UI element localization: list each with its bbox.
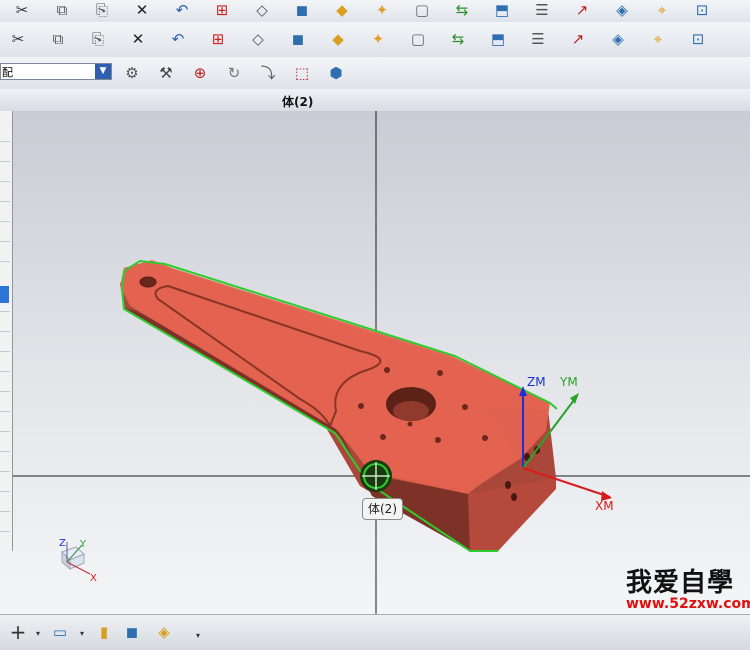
bottom-toolbar: + ▾ ▭ ▾ ▮ ◼ ◈ ▾ xyxy=(0,614,750,650)
snap-filter-icon[interactable]: ⇆ xyxy=(448,29,468,49)
render-box-icon[interactable]: ⬢ xyxy=(326,63,346,83)
move-icon[interactable]: ⇆ xyxy=(452,0,472,20)
selection-tooltip: 体(2) xyxy=(362,498,403,520)
layer-icon[interactable]: ⬒ xyxy=(488,29,508,49)
selection-target-icon[interactable] xyxy=(360,460,392,492)
render-icon[interactable]: ✦ xyxy=(372,0,392,20)
snap-view-icon[interactable]: ⊞ xyxy=(212,0,232,20)
undo-icon[interactable]: ↶ xyxy=(172,0,192,20)
edit-icon[interactable]: ◇ xyxy=(248,29,268,49)
zoom-icon[interactable]: ⊡ xyxy=(688,29,708,49)
view-triad: Z Y X xyxy=(59,538,97,584)
part-navigator-panel[interactable] xyxy=(0,111,13,551)
list-icon[interactable]: ⎘ xyxy=(88,29,108,49)
viewport-title: 体(2) xyxy=(282,95,314,109)
watermark: 我爱自學 www.52zxw.com xyxy=(626,562,750,614)
replace-icon[interactable]: ◆ xyxy=(328,29,348,49)
copy-part-icon[interactable]: ⊞ xyxy=(208,29,228,49)
ym-label: YM xyxy=(559,375,578,389)
model-canvas[interactable]: ZM YM XM Z Y X xyxy=(0,111,750,614)
navigator-selected-row[interactable] xyxy=(0,286,9,303)
point-icon[interactable]: ✦ xyxy=(368,29,388,49)
part-top-face-upper xyxy=(120,260,550,491)
selection-toolbar xyxy=(0,57,750,90)
sketch-icon[interactable]: ◇ xyxy=(252,0,272,20)
rotate-icon[interactable]: ⊕ xyxy=(190,63,210,83)
cylinder-icon[interactable]: ▮ xyxy=(94,622,114,642)
watermark-url: www.52zxw.com xyxy=(626,596,750,612)
main-bore-inner xyxy=(393,401,429,421)
delete-icon[interactable]: ✕ xyxy=(132,0,152,20)
add-icon[interactable]: + xyxy=(8,622,28,642)
bracket-part[interactable] xyxy=(120,259,558,552)
datum-plane-icon[interactable]: ▭ xyxy=(50,622,70,642)
box-icon[interactable]: ▢ xyxy=(412,0,432,20)
cut-icon[interactable]: ✂ xyxy=(12,0,32,20)
assembly-icon[interactable]: ⧉ xyxy=(48,29,68,49)
extrude-icon[interactable]: ⬒ xyxy=(492,0,512,20)
copy-icon[interactable]: ⧉ xyxy=(52,0,72,20)
check-icon[interactable]: ↶ xyxy=(168,29,188,49)
paste-icon[interactable]: ⎘ xyxy=(92,0,112,20)
triad-z-label: Z xyxy=(59,538,66,549)
xm-label: XM xyxy=(595,499,614,513)
orient-icon[interactable]: ◈ xyxy=(612,0,632,20)
viewport-title-bar: 体(2) xyxy=(0,89,750,112)
shaded-icon[interactable]: ⬚ xyxy=(292,63,312,83)
orient-icon[interactable]: ↗ xyxy=(568,29,588,49)
measure-icon[interactable]: ⌖ xyxy=(652,0,672,20)
zm-label: ZM xyxy=(527,375,546,389)
compare-icon[interactable]: ◼ xyxy=(288,29,308,49)
triad-x-label: X xyxy=(90,573,97,584)
block-icon[interactable]: ◼ xyxy=(122,622,142,642)
shade-icon[interactable]: ◆ xyxy=(332,0,352,20)
curve-icon[interactable]: ▢ xyxy=(408,29,428,49)
triad-y-label: Y xyxy=(79,539,87,550)
selection-filter-value: 配 xyxy=(2,66,13,79)
view-icon[interactable]: ⊡ xyxy=(692,0,712,20)
cmd-icon[interactable]: ✕ xyxy=(128,29,148,49)
axis-icon[interactable]: ↗ xyxy=(572,0,592,20)
end-hole xyxy=(139,276,157,288)
dropdown-arrow-icon[interactable]: ▼ xyxy=(95,64,111,79)
selection-filter-dropdown[interactable]: 配 ▼ xyxy=(0,63,112,80)
watermark-text: 我爱自學 xyxy=(626,568,735,598)
part-nav-icon[interactable]: ✂ xyxy=(8,29,28,49)
revolve-icon[interactable]: ⌖ xyxy=(648,29,668,49)
graphics-viewport[interactable]: ZM YM XM Z Y X xyxy=(0,111,750,614)
zoom-box-icon[interactable]: ⤵ xyxy=(258,63,278,83)
block-icon[interactable]: ◈ xyxy=(608,29,628,49)
snap-point-icon[interactable]: ⚒ xyxy=(156,63,176,83)
pan-icon[interactable]: ↻ xyxy=(224,63,244,83)
cross-icon[interactable]: ☰ xyxy=(528,29,548,49)
box-feature-icon[interactable]: ◈ xyxy=(154,622,174,642)
table-icon[interactable]: ☰ xyxy=(532,0,552,20)
block-icon[interactable]: ◼ xyxy=(292,0,312,20)
view-reorient-icon[interactable]: ⚙ xyxy=(122,63,142,83)
